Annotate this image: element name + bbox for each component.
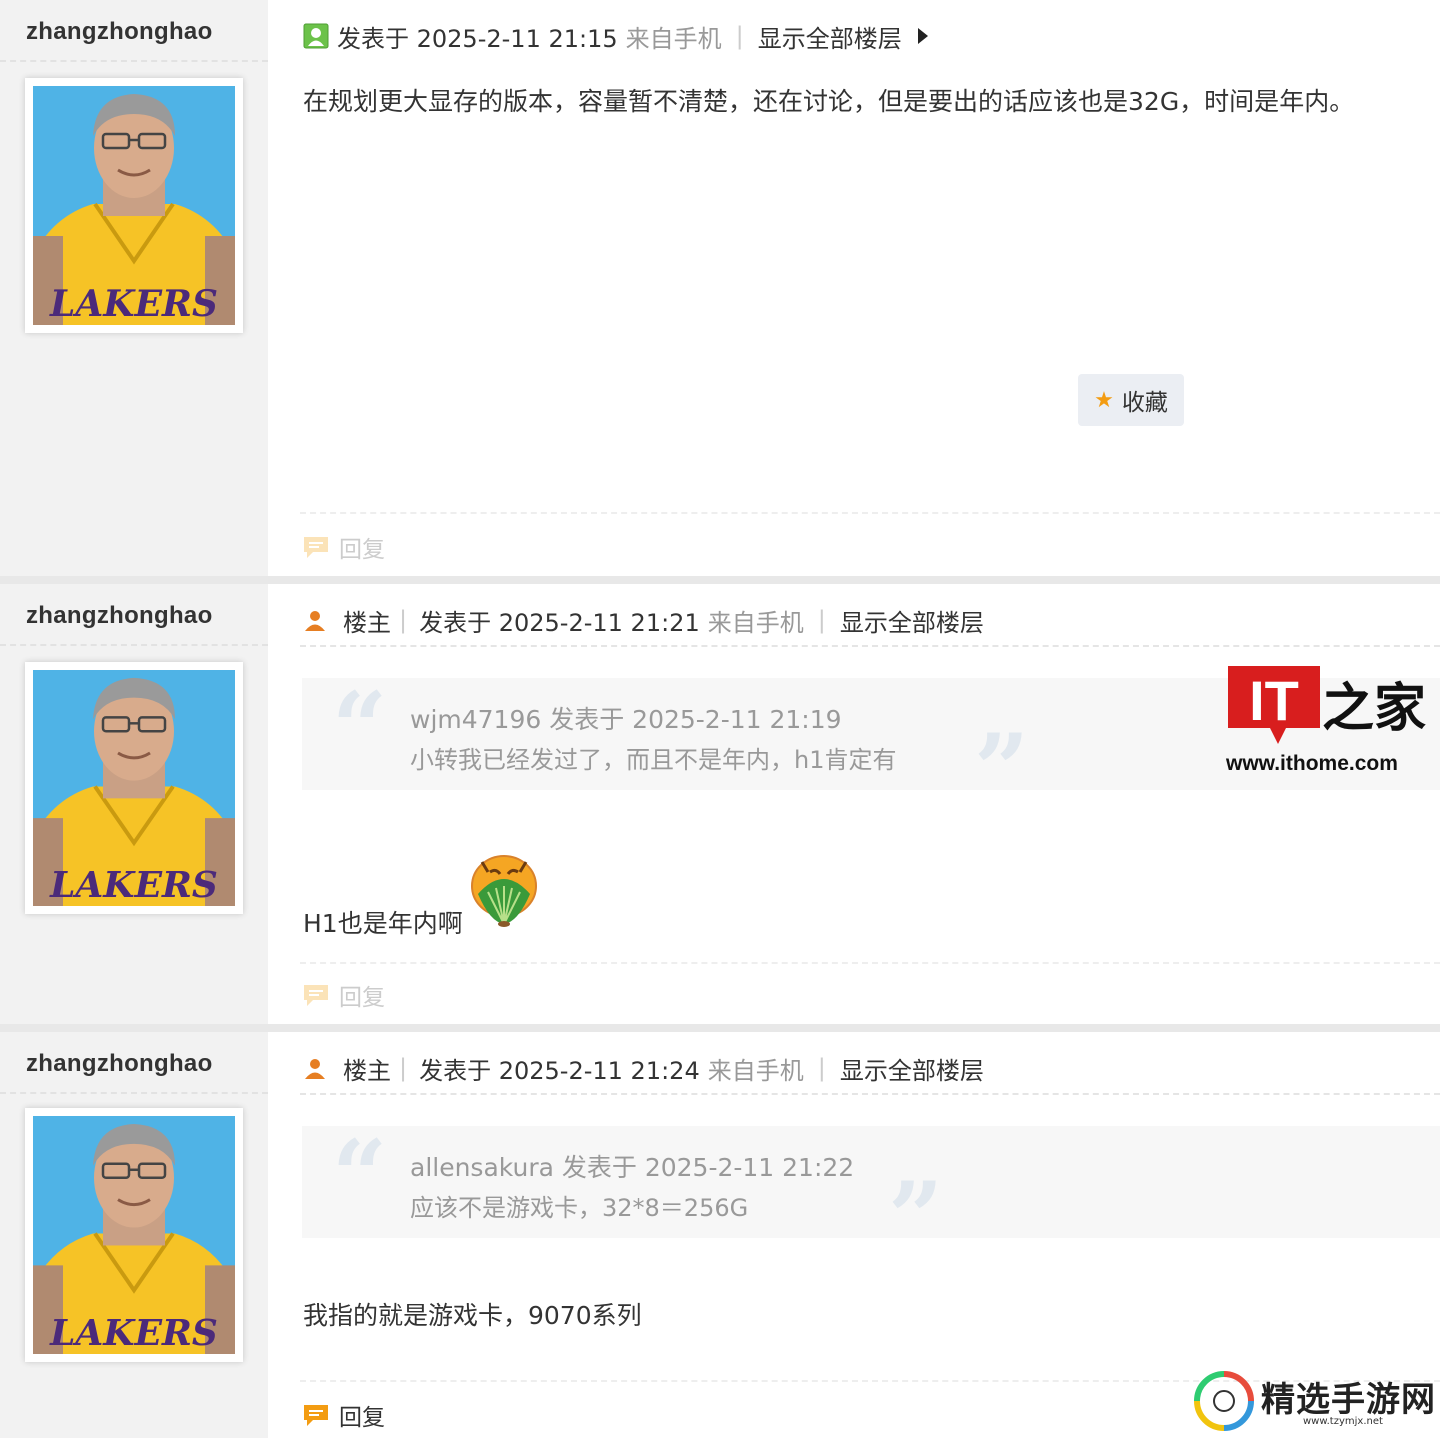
divider — [300, 512, 1440, 514]
quote-text: 应该不是游戏卡，32*8＝256G — [410, 1194, 749, 1222]
quote-author: allensakura 发表于 2025-2-11 21:22 — [410, 1153, 855, 1182]
separator: | — [817, 606, 826, 634]
svg-text:IT: IT — [1249, 669, 1299, 732]
ithome-watermark: IT 之家 www.ithome.com — [1226, 664, 1426, 784]
reply-icon — [304, 985, 328, 1006]
divider — [300, 962, 1440, 964]
divider — [0, 644, 268, 646]
open-quote-icon: “ — [332, 671, 388, 784]
post-source: 来自手机 — [707, 608, 804, 637]
jersey-text: LAKERS — [49, 283, 218, 325]
author-name[interactable]: zhangzhonghao — [26, 602, 213, 630]
close-quote-icon: ” — [974, 713, 1030, 826]
post-meta: 楼主 | 发表于 2025-2-11 21:21 来自手机 | 显示全部楼层 — [303, 602, 984, 638]
separator: | — [817, 1054, 826, 1082]
author-name[interactable]: zhangzhonghao — [26, 1050, 213, 1078]
emoticon-icon — [471, 855, 537, 927]
ithome-logo: IT 之家 — [1228, 666, 1426, 744]
avatar[interactable]: LAKERS — [25, 78, 243, 333]
reply-button[interactable]: 回复 — [303, 530, 385, 564]
post-separator — [0, 576, 1440, 584]
close-quote-icon: ” — [888, 1161, 944, 1274]
avatar-image: LAKERS — [33, 670, 235, 906]
post-content: 发表于 2025-2-11 21:15 来自手机 | 显示全部楼层 在规划更大显… — [268, 0, 1440, 576]
author-sidebar: zhangzhonghao LAKERS — [0, 584, 268, 1024]
post-time: 发表于 2025-2-11 21:24 — [419, 1056, 700, 1085]
reply-label: 回复 — [339, 1405, 385, 1431]
jersey-text: LAKERS — [49, 864, 218, 906]
svg-text:之家: 之家 — [1322, 678, 1426, 739]
separator: | — [399, 1054, 408, 1082]
user-icon — [303, 23, 329, 49]
reply-label: 回复 — [339, 985, 385, 1011]
divider — [300, 1093, 1440, 1095]
arrow-right-icon[interactable] — [916, 27, 930, 45]
star-icon: ★ — [1094, 387, 1114, 413]
quote-block: “ allensakura 发表于 2025-2-11 21:22 应该不是游戏… — [302, 1119, 1440, 1266]
divider — [0, 1092, 268, 1094]
quote-author: wjm47196 发表于 2025-2-11 21:19 — [410, 705, 842, 734]
post-separator — [0, 1024, 1440, 1032]
reply-label: 回复 — [339, 537, 385, 563]
author-sidebar: zhangzhonghao LAKERS — [0, 0, 268, 576]
op-user-icon — [305, 1059, 325, 1079]
reply-button[interactable]: 回复 — [303, 1398, 385, 1432]
author-name[interactable]: zhangzhonghao — [26, 18, 213, 46]
avatar[interactable]: LAKERS — [25, 662, 243, 914]
quote-text: 小转我已经发过了，而且不是年内，h1肯定有 — [410, 746, 897, 774]
post-body: H1也是年内啊 — [303, 909, 463, 938]
tzymjx-url: www.tzymjx.net — [1303, 1416, 1383, 1427]
avatar-image: LAKERS — [33, 1116, 235, 1354]
post-content: 楼主 | 发表于 2025-2-11 21:21 来自手机 | 显示全部楼层 “… — [268, 584, 1440, 1024]
avatar[interactable]: LAKERS — [25, 1108, 243, 1362]
post-meta: 发表于 2025-2-11 21:15 来自手机 | 显示全部楼层 — [303, 18, 930, 54]
post-time: 发表于 2025-2-11 21:21 — [419, 608, 700, 637]
avatar-image: LAKERS — [33, 86, 235, 325]
jersey-text: LAKERS — [49, 1312, 218, 1354]
separator: | — [399, 606, 408, 634]
favorite-button[interactable]: ★ 收藏 — [1078, 374, 1184, 426]
post-1: zhangzhonghao LAKERS 发表于 2025-2-11 21:15… — [0, 0, 1440, 576]
show-all-floors-link[interactable]: 显示全部楼层 — [840, 1051, 984, 1086]
post-source: 来自手机 — [625, 24, 722, 53]
tzymjx-logo-icon — [1194, 1371, 1254, 1431]
op-label: 楼主 — [343, 608, 391, 637]
ithome-url: www.ithome.com — [1226, 752, 1398, 775]
reply-icon — [304, 537, 328, 558]
post-meta: 楼主 | 发表于 2025-2-11 21:24 来自手机 | 显示全部楼层 — [303, 1050, 984, 1086]
divider — [300, 645, 1440, 647]
post-body: 在规划更大显存的版本，容量暂不清楚，还在讨论，但是要出的话应该也是32G，时间是… — [303, 87, 1355, 116]
divider — [0, 60, 268, 62]
favorite-label: 收藏 — [1121, 390, 1168, 416]
reply-icon — [304, 1405, 328, 1426]
separator: | — [735, 22, 744, 50]
post-source: 来自手机 — [707, 1056, 804, 1085]
reply-button[interactable]: 回复 — [303, 978, 385, 1012]
post-body: 我指的就是游戏卡，9070系列 — [303, 1301, 642, 1330]
author-sidebar: zhangzhonghao LAKERS — [0, 1032, 268, 1438]
op-label: 楼主 — [343, 1056, 391, 1085]
open-quote-icon: “ — [332, 1119, 388, 1232]
post-2: zhangzhonghao LAKERS 楼主 | 发表于 2025-2-11 … — [0, 584, 1440, 1024]
show-all-floors-link[interactable]: 显示全部楼层 — [840, 603, 984, 638]
tzymjx-title: 精选手游网 — [1261, 1380, 1436, 1420]
post-time: 发表于 2025-2-11 21:15 — [337, 24, 618, 53]
show-all-floors-link[interactable]: 显示全部楼层 — [758, 19, 902, 54]
op-user-icon — [305, 611, 325, 631]
tzymjx-watermark: 精选手游网 www.tzymjx.net — [1193, 1368, 1438, 1436]
